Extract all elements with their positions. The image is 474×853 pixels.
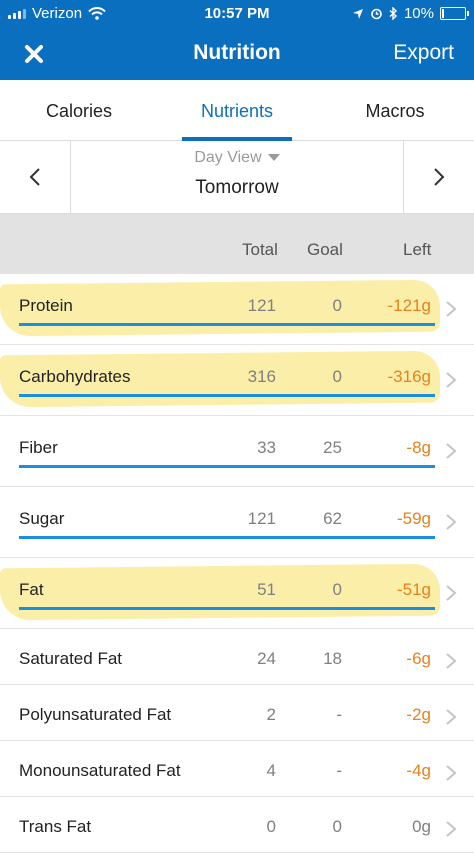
nutrient-goal: 0	[332, 817, 342, 836]
nutrient-left: -8g	[406, 438, 431, 457]
nutrient-left: -2g	[406, 705, 431, 724]
chevron-left-icon	[29, 168, 40, 186]
nutrient-row[interactable]: Fiber 33 25 -8g	[0, 416, 474, 487]
chevron-right-icon	[446, 653, 457, 669]
nutrient-goal: 62	[323, 509, 342, 528]
chevron-right-icon	[446, 443, 457, 459]
nutrient-goal: 18	[323, 649, 342, 668]
battery-percent: 10%	[403, 5, 434, 22]
nutrient-row[interactable]: Carbohydrates 316 0 -316g	[0, 345, 474, 416]
tab-bar: Calories Nutrients Macros	[0, 80, 474, 141]
nav-bar: Nutrition Export	[0, 28, 474, 80]
chevron-right-icon	[446, 709, 457, 725]
nutrient-name: Fiber	[19, 438, 58, 457]
day-view-label: Day View	[194, 149, 262, 166]
nutrient-row[interactable]: Trans Fat 0 0 0g	[0, 797, 474, 853]
nutrient-left: -121g	[387, 296, 431, 315]
nutrient-row[interactable]: Fat 51 0 -51g	[0, 558, 474, 629]
nutrient-left: -51g	[396, 580, 431, 599]
nutrient-total: 2	[266, 705, 276, 724]
tab-calories[interactable]: Calories	[0, 80, 158, 140]
column-header: Total Goal Left	[0, 214, 474, 274]
column-goal: Goal	[307, 240, 343, 259]
tab-macros[interactable]: Macros	[316, 80, 474, 140]
nutrient-name: Fat	[19, 580, 44, 599]
nutrient-total: 4	[266, 761, 276, 780]
nutrient-name: Saturated Fat	[19, 649, 123, 668]
progress-bar	[19, 607, 435, 610]
day-picker: Day View Tomorrow	[0, 141, 474, 214]
alarm-icon	[371, 8, 382, 20]
bluetooth-icon	[389, 7, 397, 20]
column-total: Total	[242, 240, 278, 259]
nutrient-name: Monounsaturated Fat	[19, 761, 181, 780]
nutrient-row[interactable]: Saturated Fat 24 18 -6g	[0, 629, 474, 685]
progress-bar	[19, 536, 435, 539]
nutrient-left: -59g	[396, 509, 431, 528]
nutrient-left: -4g	[406, 761, 431, 780]
chevron-right-icon	[446, 585, 457, 601]
nutrient-name: Carbohydrates	[19, 367, 131, 386]
nutrient-goal: 0	[332, 580, 342, 599]
nutrient-name: Protein	[19, 296, 73, 315]
nutrient-row[interactable]: Protein 121 0 -121g	[0, 274, 474, 345]
battery-fill	[442, 9, 444, 18]
nutrient-left: 0g	[412, 817, 431, 836]
nutrient-total: 121	[247, 296, 276, 315]
chevron-right-icon	[446, 821, 457, 837]
battery-icon	[440, 7, 469, 20]
status-bar: Verizon 10:57 PM 10%	[0, 0, 474, 28]
location-arrow-icon	[352, 8, 363, 19]
nutrient-list: Protein 121 0 -121g Carbohydrates 316 0 -316g Fi…	[0, 274, 474, 853]
status-right: 10%	[352, 5, 469, 22]
nutrient-goal: -	[336, 761, 342, 780]
nutrient-left: -316g	[387, 367, 431, 386]
nutrient-total: 0	[266, 817, 276, 836]
nutrient-row[interactable]: Monounsaturated Fat 4 - -4g	[0, 741, 474, 797]
caret-down-icon	[267, 154, 280, 162]
day-view-dropdown[interactable]: Day View	[70, 149, 404, 167]
nutrient-total: 51	[257, 580, 276, 599]
selected-date: Tomorrow	[195, 177, 279, 198]
nutrient-goal: 25	[323, 438, 342, 457]
nutrient-row[interactable]: Sugar 121 62 -59g	[0, 487, 474, 558]
progress-bar	[19, 394, 435, 397]
nutrient-total: 33	[257, 438, 276, 457]
nutrient-name: Trans Fat	[19, 817, 92, 836]
nutrient-goal: -	[336, 705, 342, 724]
nutrient-row[interactable]: Polyunsaturated Fat 2 - -2g	[0, 685, 474, 741]
nutrient-total: 121	[247, 509, 276, 528]
nutrient-left: -6g	[406, 649, 431, 668]
progress-bar	[19, 465, 435, 468]
chevron-right-icon	[446, 765, 457, 781]
progress-bar	[19, 323, 435, 326]
export-button[interactable]: Export	[393, 41, 454, 65]
nutrient-goal: 0	[332, 296, 342, 315]
previous-day-button[interactable]	[0, 141, 71, 213]
tab-nutrients[interactable]: Nutrients	[158, 80, 316, 141]
chevron-right-icon	[446, 372, 457, 388]
next-day-button[interactable]	[403, 141, 474, 213]
chevron-right-icon	[434, 168, 445, 186]
nutrient-goal: 0	[332, 367, 342, 386]
nutrient-total: 24	[257, 649, 276, 668]
column-left: Left	[403, 240, 432, 259]
nutrient-name: Polyunsaturated Fat	[19, 705, 172, 724]
chevron-right-icon	[446, 514, 457, 530]
highlighter-mark	[0, 563, 441, 621]
chevron-right-icon	[446, 301, 457, 317]
nutrient-total: 316	[247, 367, 276, 386]
nutrient-name: Sugar	[19, 509, 65, 528]
